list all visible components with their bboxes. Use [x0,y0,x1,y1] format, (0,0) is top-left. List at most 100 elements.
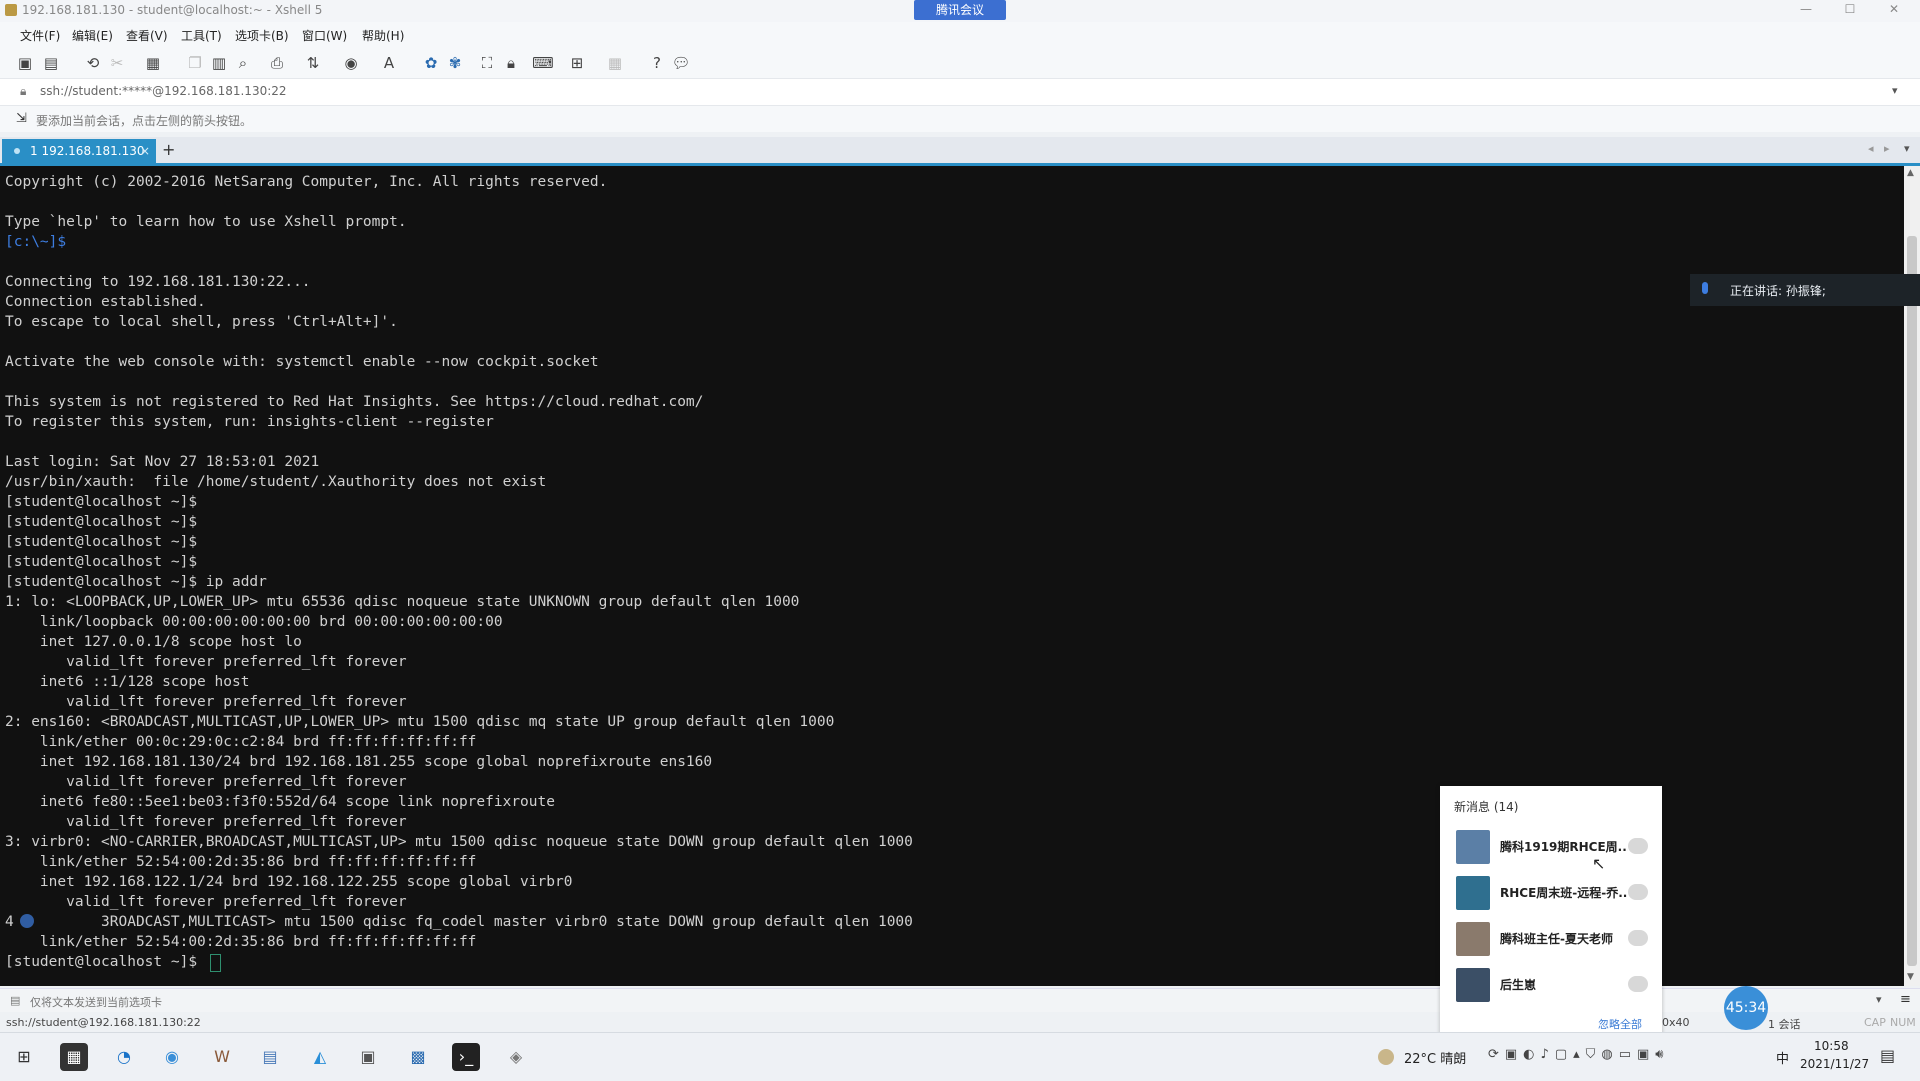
clock-time[interactable]: 10:58 [1814,1039,1849,1053]
xmanager-icon[interactable]: ✾ [444,52,466,74]
mute-icon[interactable] [1628,884,1648,900]
font-icon[interactable]: A [378,52,400,74]
status-address: ssh://student@192.168.181.130:22 [6,1016,201,1029]
terminal-line: [student@localhost ~]$ [5,494,198,510]
mute-icon[interactable] [1628,838,1648,854]
find-icon[interactable]: ⌕ [232,52,254,74]
terminal-line: Last login: Sat Nov 27 18:53:01 2021 [5,454,320,470]
notification-center-icon[interactable]: ▤ [1880,1046,1895,1065]
properties-icon[interactable]: ▦ [142,52,164,74]
send-options-icon[interactable]: ▾ [1876,993,1882,1006]
terminal-line: valid_lft forever preferred_lft forever [5,894,407,910]
scroll-thumb[interactable] [1907,236,1917,966]
tab-scroll-right-icon[interactable]: ▸ [1884,142,1890,155]
close-icon[interactable]: ✕ [1878,2,1910,18]
minimize-icon[interactable]: — [1790,2,1822,18]
terminal-icon[interactable]: ›_ [452,1043,480,1071]
menu-edit[interactable]: 编辑(E) [72,27,113,44]
disconnect-icon[interactable]: ✂ [106,52,128,74]
print-icon[interactable]: ⎙ [266,52,288,74]
transfer-icon[interactable]: ⇅ [302,52,324,74]
terminal-line: To register this system, run: insights-c… [5,414,494,430]
mute-icon[interactable] [1628,930,1648,946]
mouse-cursor-icon: ↖ [1592,854,1606,873]
ime-indicator[interactable]: 中 [1776,1048,1789,1067]
chrome-icon[interactable]: ◉ [158,1043,186,1071]
meeting-badge[interactable]: 腾讯会议 [914,0,1006,20]
menu-tabs[interactable]: 选项卡(B) [235,27,289,44]
new-session-icon[interactable]: ▣ [14,52,36,74]
add-session-arrow-icon[interactable]: ⇲ [16,111,27,126]
paste-icon[interactable]: ▥ [208,52,230,74]
file-explorer-icon[interactable]: ▤ [256,1043,284,1071]
menu-file[interactable]: 文件(F) [20,27,60,44]
notification-sender: 腾科1919期RHCE周... [1500,840,1628,854]
send-text-label[interactable]: 仅将文本发送到当前选项卡 [30,994,162,1010]
lock-icon: 🔒︎ [20,84,27,98]
document-icon[interactable]: ▣ [354,1043,382,1071]
menu-tools[interactable]: 工具(T) [181,27,222,44]
xshell-icon[interactable]: ▩ [404,1043,432,1071]
menu-view[interactable]: 查看(V) [126,27,168,44]
chevron-down-icon[interactable]: ▾ [1892,84,1898,97]
notification-item[interactable]: RHCE周末班-远程-乔... [1440,870,1662,914]
ignore-all-link[interactable]: 忽略全部 [1598,1016,1642,1032]
mute-icon[interactable] [1628,976,1648,992]
help-icon[interactable]: ? [646,52,668,74]
terminal-line: inet6 fe80::5ee1:be03:f3f0:552d/64 scope… [5,794,555,810]
fullscreen-icon[interactable]: ⛶ [476,52,498,74]
terminal-line: Copyright (c) 2002-2016 NetSarang Comput… [5,174,608,190]
lock-icon[interactable]: 🔒︎ [500,52,522,74]
terminal-line: Connecting to 192.168.181.130:22... [5,274,311,290]
meeting-timer[interactable]: 45:34 [1724,986,1768,1030]
scroll-down-icon[interactable]: ▼ [1907,972,1914,982]
globe-icon[interactable]: ◉ [340,52,362,74]
chat-icon[interactable]: 💬︎ [670,52,692,74]
notification-item[interactable]: 腾科1919期RHCE周... [1440,824,1662,868]
terminal-line: Connection established. [5,294,206,310]
reconnect-icon[interactable]: ⟲ [82,52,104,74]
tray-icons[interactable]: ⟳▣◐♪▢▴⛉◍▭▣🔊︎ [1488,1047,1669,1062]
wps-icon[interactable]: W [208,1043,236,1071]
microphone-icon [1702,282,1708,294]
tab-session[interactable]: 1 192.168.181.130 × [2,139,156,163]
open-folder-icon[interactable]: ▤ [40,52,62,74]
layout-icon[interactable]: ▦ [604,52,626,74]
terminal-line: link/loopback 00:00:00:00:00:00 brd 00:0… [5,614,503,630]
tab-list-icon[interactable]: ▾ [1904,142,1910,155]
new-tab-button[interactable]: + [162,140,175,159]
meeting-icon[interactable]: ◭ [306,1043,334,1071]
tab-close-icon[interactable]: × [140,139,150,163]
maximize-icon[interactable]: ☐ [1834,2,1866,18]
menu-icon[interactable]: ≡ [1900,992,1911,1007]
status-num: NUM [1890,1016,1916,1029]
avatar [1456,876,1490,910]
notification-item[interactable]: 后生崽 [1440,962,1662,1006]
scroll-up-icon[interactable]: ▲ [1907,168,1914,178]
keyboard-icon[interactable]: ⌨ [532,52,554,74]
notification-item[interactable]: 腾科班主任-夏天老师 [1440,916,1662,960]
windows-start-icon[interactable]: ⊞ [10,1043,38,1071]
avatar [1456,968,1490,1002]
menu-help[interactable]: 帮助(H) [362,27,404,44]
vmware-icon[interactable]: ◈ [502,1043,530,1071]
edge-icon[interactable]: ◔ [110,1043,138,1071]
terminal-line: 4 3ROADCAST,MULTICAST> mtu 1500 qdisc fq… [5,914,913,930]
menu-window[interactable]: 窗口(W) [302,27,347,44]
notification-sender: 后生崽 [1500,978,1537,992]
xftp-icon[interactable]: ✿ [420,52,442,74]
notification-sender: 腾科班主任-夏天老师 [1500,932,1613,946]
terminal-line: 1: lo: <LOOPBACK,UP,LOWER_UP> mtu 65536 … [5,594,800,610]
clock-date[interactable]: 2021/11/27 [1800,1057,1869,1071]
terminal-line: Activate the web console with: systemctl… [5,354,599,370]
tab-label: 1 192.168.181.130 [30,144,145,158]
copy-icon[interactable]: ❐ [184,52,206,74]
send-text-icon[interactable]: ▤ [10,994,20,1007]
address-input[interactable]: ssh://student:*****@192.168.181.130:22 [40,84,287,98]
app-icon[interactable]: ▦ [60,1043,88,1071]
tab-scroll-left-icon[interactable]: ◂ [1868,142,1874,155]
terminal-line: [student@localhost ~]$ ip addr [5,574,267,590]
terminal-line: This system is not registered to Red Hat… [5,394,704,410]
weather-text[interactable]: 22°C 晴朗 [1404,1048,1466,1067]
add-icon[interactable]: ⊞ [566,52,588,74]
